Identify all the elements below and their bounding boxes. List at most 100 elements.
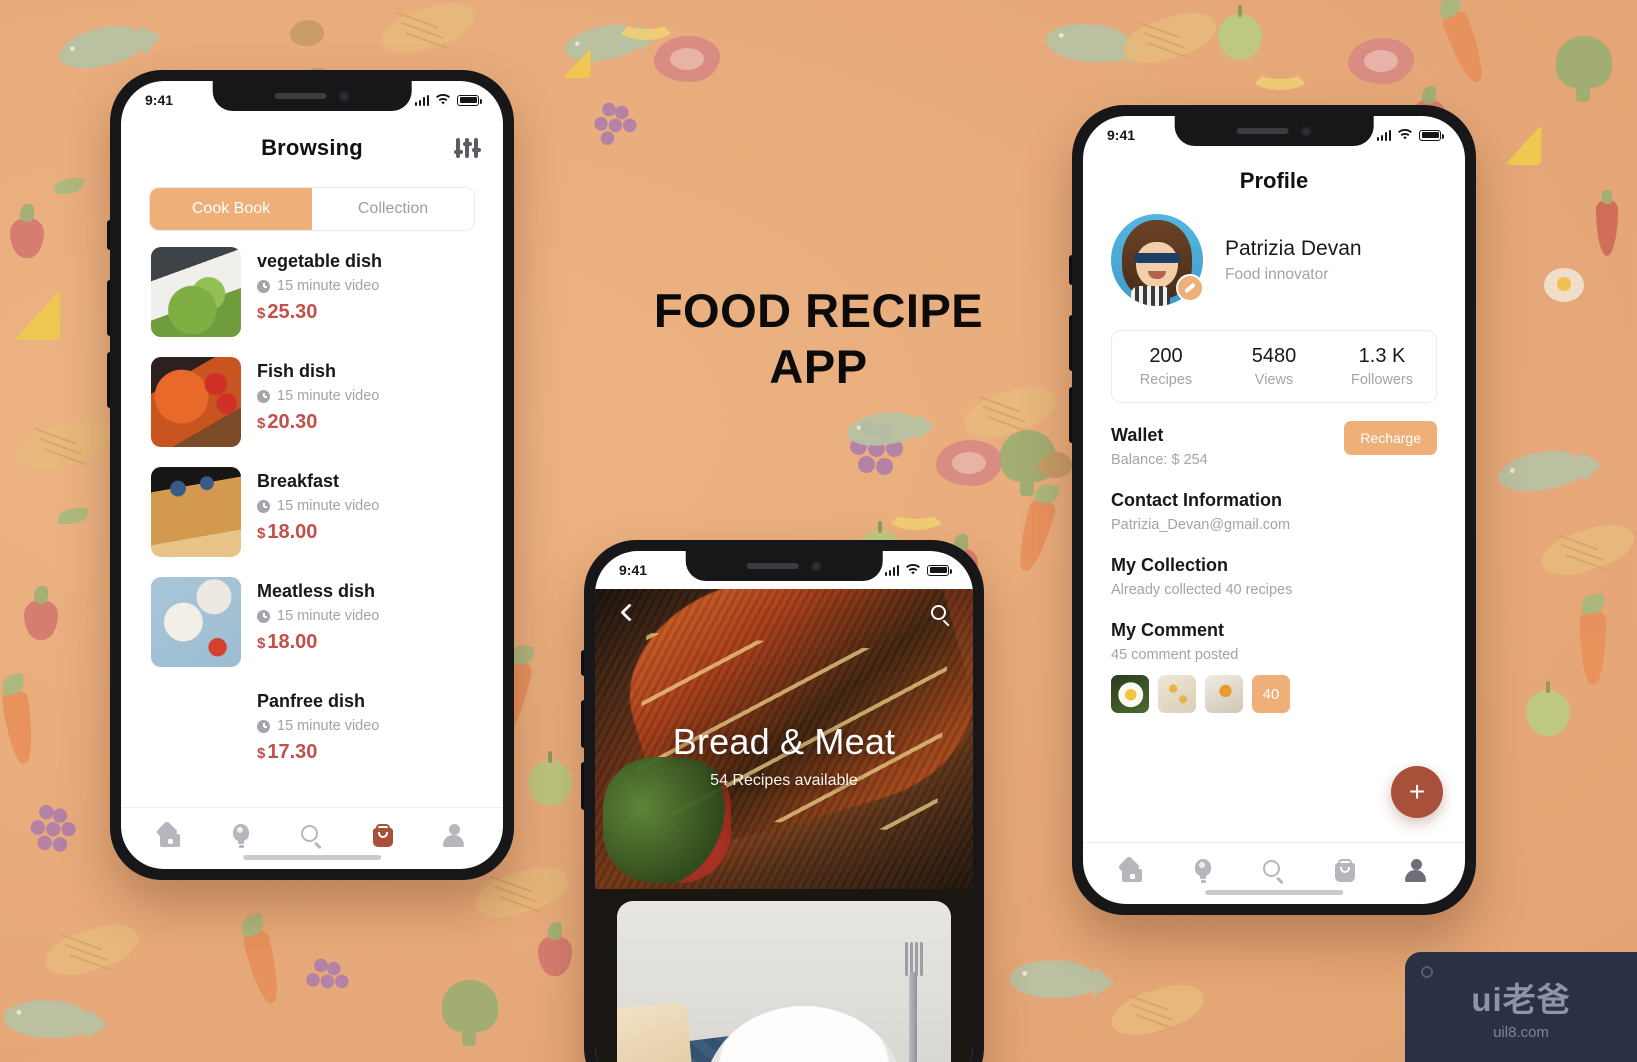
search-icon[interactable] [1261, 858, 1287, 884]
recipe-list-item[interactable]: Fish dish 15 minute video $20.30 [121, 347, 503, 457]
stat-recipes[interactable]: 200 Recipes [1112, 345, 1220, 388]
comment-thumbnail[interactable] [1158, 675, 1196, 713]
currency-symbol: $ [257, 745, 266, 762]
battery-icon [457, 94, 482, 106]
hero-subtitle: 54 Recipes available [710, 772, 858, 789]
recipe-price: $25.30 [257, 301, 382, 324]
browsing-screen: 9:41 Browsing Cook Book Collection veget… [121, 81, 503, 869]
section-contact: Contact Information Patrizia_Devan@gmail… [1083, 490, 1465, 533]
comment-thumbnail[interactable] [1111, 675, 1149, 713]
profile-screen: 9:41 Profile Patrizia Devan Food innovat… [1083, 116, 1465, 904]
recipe-price: $20.30 [257, 411, 379, 434]
recipe-duration: 15 minute video [277, 608, 380, 624]
recipe-list-item[interactable]: vegetable dish 15 minute video $25.30 [121, 237, 503, 347]
pencil-edit-icon[interactable] [1176, 274, 1204, 302]
currency-symbol: $ [257, 305, 266, 322]
recipe-thumbnail [151, 247, 241, 337]
clock-icon [257, 499, 270, 513]
recipe-price: $18.00 [257, 631, 379, 654]
home-icon[interactable] [1118, 855, 1145, 884]
comment-detail: 45 comment posted [1111, 647, 1239, 663]
recipe-list-item[interactable]: Panfree dish 15 minute video $17.30 [121, 677, 503, 787]
recipe-name: Breakfast [257, 471, 340, 491]
comment-thumbnail[interactable] [1205, 675, 1243, 713]
recipe-list-item[interactable]: Meatless dish 15 minute video $18.00 [121, 567, 503, 677]
home-indicator [1205, 890, 1343, 895]
cellular-bars-icon [414, 94, 429, 106]
recipe-preview-card[interactable] [617, 901, 951, 1062]
status-bar: 9:41 [1083, 116, 1465, 154]
status-bar: 9:41 [121, 81, 503, 119]
battery-icon [1419, 129, 1444, 141]
bag-icon[interactable] [1332, 858, 1358, 884]
status-time: 9:41 [145, 92, 174, 108]
stat-value: 1.3 K [1358, 345, 1406, 367]
hero-caption: Bread & Meat 54 Recipes available [595, 721, 973, 790]
avatar-sunglasses [1134, 252, 1180, 263]
stat-value: 5480 [1251, 345, 1297, 367]
recipe-list-item[interactable]: Breakfast 15 minute video $18.00 [121, 457, 503, 567]
recharge-button[interactable]: Recharge [1344, 421, 1437, 455]
stat-value: 200 [1149, 345, 1183, 367]
add-button[interactable]: + [1391, 766, 1443, 818]
person-icon[interactable] [1403, 858, 1429, 884]
recipe-price: $18.00 [257, 521, 379, 544]
wifi-icon [1398, 129, 1412, 140]
filter-sliders-icon[interactable] [453, 138, 481, 158]
bulb-icon[interactable] [1190, 858, 1216, 884]
stat-views[interactable]: 5480 Views [1220, 345, 1328, 388]
clock-icon [257, 609, 270, 623]
chevron-left-icon[interactable] [617, 603, 639, 625]
comment-thumbnails: 40 [1111, 675, 1437, 713]
phone-category: 9:41 Bread & Meat 54 Recipes available [581, 540, 984, 1062]
card-bread [617, 1002, 695, 1062]
page-title: Profile [1239, 168, 1309, 193]
recipe-name: Fish dish [257, 361, 337, 381]
tab-collection[interactable]: Collection [312, 188, 474, 230]
browsing-header: Browsing [121, 119, 503, 177]
search-icon[interactable] [929, 603, 953, 627]
price-value: 20.30 [267, 411, 318, 433]
watermark: ui老爸 uil8.com [1405, 952, 1637, 1062]
recipe-duration: 15 minute video [277, 498, 380, 514]
home-icon[interactable] [156, 820, 183, 849]
stat-label: Followers [1350, 372, 1414, 388]
bag-icon[interactable] [370, 823, 396, 849]
cellular-bars-icon [1376, 129, 1391, 141]
watermark-brand: ui老爸 [1471, 981, 1571, 1018]
section-collection: My Collection Already collected 40 recip… [1083, 555, 1465, 598]
wifi-icon [906, 564, 920, 575]
page-title: Browsing [261, 135, 363, 160]
bulb-icon[interactable] [228, 823, 254, 849]
comment-more-count[interactable]: 40 [1252, 675, 1290, 713]
search-icon[interactable] [299, 823, 325, 849]
person-icon[interactable] [441, 823, 467, 849]
recipe-duration: 15 minute video [277, 388, 380, 404]
contact-heading: Contact Information [1111, 490, 1282, 510]
comment-heading: My Comment [1111, 620, 1225, 640]
stat-label: Recipes [1139, 372, 1193, 388]
status-time: 9:41 [619, 562, 648, 578]
browsing-tabs: Cook Book Collection [149, 187, 475, 231]
section-wallet: Wallet Balance: $ 254 Recharge [1083, 421, 1465, 468]
watermark-ring-icon [1421, 966, 1433, 978]
clock-icon [257, 279, 270, 293]
category-screen: 9:41 Bread & Meat 54 Recipes available [595, 551, 973, 1062]
profile-user-name: Patrizia Devan [1225, 236, 1362, 260]
stat-followers[interactable]: 1.3 K Followers [1328, 345, 1436, 388]
currency-symbol: $ [257, 415, 266, 432]
recipe-price: $17.30 [257, 741, 379, 764]
phone-browsing: 9:41 Browsing Cook Book Collection veget… [107, 70, 514, 880]
hero-title: Bread & Meat [672, 721, 896, 762]
stat-label: Views [1254, 372, 1294, 388]
tab-cook-book[interactable]: Cook Book [150, 188, 312, 230]
recipe-thumbnail [151, 467, 241, 557]
profile-user-block: Patrizia Devan Food innovator [1083, 194, 1465, 310]
currency-symbol: $ [257, 525, 266, 542]
recipe-name: vegetable dish [257, 251, 383, 271]
collection-detail: Already collected 40 recipes [1111, 582, 1293, 598]
category-hero-image: Bread & Meat 54 Recipes available [595, 589, 973, 889]
price-value: 25.30 [267, 301, 318, 323]
collection-heading: My Collection [1111, 555, 1229, 575]
avatar[interactable] [1111, 214, 1204, 306]
